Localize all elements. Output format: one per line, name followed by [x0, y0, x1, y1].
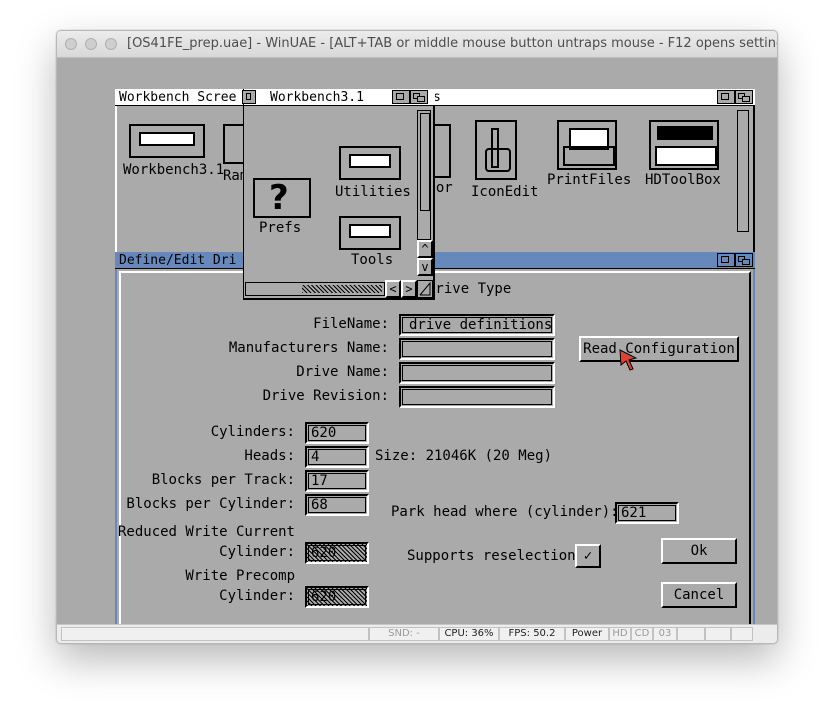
- cd-led: CD: [631, 627, 653, 641]
- manufacturer-label: Manufacturers Name:: [228, 340, 389, 356]
- workbench-screen-title: Workbench Scree: [119, 90, 237, 105]
- scroll-right-button[interactable]: >: [401, 280, 417, 298]
- fps-status: FPS: 50.2: [499, 627, 565, 641]
- define-window-titlebar[interactable]: Define/Edit Dri: [115, 252, 755, 269]
- icon-label: Workbench3.1: [123, 162, 225, 178]
- icon-label: Tools: [351, 252, 394, 268]
- field-value: 68: [311, 497, 328, 513]
- depth-back-icon[interactable]: [410, 90, 428, 104]
- icon-label: Utilities: [335, 184, 411, 200]
- depth-icon[interactable]: [717, 253, 735, 267]
- blocks-per-track-label: Blocks per Track:: [151, 472, 295, 488]
- field-value: 4: [311, 449, 320, 465]
- blocks-per-cylinder-label: Blocks per Cylinder:: [126, 496, 295, 512]
- cylinders-field[interactable]: 620: [305, 422, 369, 444]
- reduced-write-field: 620: [305, 542, 369, 564]
- scroll-down-button[interactable]: v: [417, 258, 433, 276]
- workbench-screen-titlebar[interactable]: Workbench Scree s: [115, 89, 755, 106]
- window-title: [OS41FE_prep.uae] - WinUAE - [ALT+TAB or…: [127, 36, 778, 51]
- close-window-button[interactable]: [65, 38, 77, 50]
- drive-led: 03: [653, 627, 677, 641]
- winuae-window: [OS41FE_prep.uae] - WinUAE - [ALT+TAB or…: [56, 30, 778, 644]
- drive-revision-field[interactable]: [399, 386, 555, 408]
- supports-reselection-label: Supports reselection: [407, 548, 576, 564]
- winuae-statusbar: SND: - CPU: 36% FPS: 50.2 Power HD CD 03: [57, 624, 777, 643]
- zoom-window-button[interactable]: [105, 38, 117, 50]
- check-icon: ✓: [583, 548, 593, 564]
- filename-field[interactable]: drive definitions: [399, 314, 555, 336]
- read-configuration-button[interactable]: Read Configuration: [579, 336, 739, 362]
- close-icon[interactable]: [242, 90, 256, 104]
- drive-type-subtitle: Drive Type: [427, 281, 512, 297]
- cancel-button[interactable]: Cancel: [661, 582, 737, 608]
- manufacturer-field[interactable]: [399, 338, 555, 360]
- power-led: Power: [565, 627, 609, 641]
- supports-reselection-checkbox[interactable]: ✓: [575, 544, 601, 568]
- cylinders-label: Cylinders:: [210, 424, 295, 440]
- reduced-write-cylinder-label: Cylinder:: [219, 544, 295, 560]
- icon-label: Prefs: [259, 220, 302, 236]
- drive-slot-2: [705, 627, 731, 641]
- drive-name-field[interactable]: [399, 362, 555, 384]
- drive-name-label: Drive Name:: [296, 364, 389, 380]
- write-precomp-cylinder-label: Cylinder:: [219, 588, 295, 604]
- scroll-left-button[interactable]: <: [385, 280, 401, 298]
- drawer-window-titlebar[interactable]: Workbench3.1: [242, 89, 435, 106]
- write-precomp-label: Write Precomp: [185, 568, 295, 584]
- depth-icon[interactable]: [717, 90, 735, 104]
- field-value: drive definitions: [409, 317, 553, 333]
- heads-field[interactable]: 4: [305, 446, 369, 468]
- depth-back-icon[interactable]: [735, 253, 753, 267]
- reduced-write-label: Reduced Write Current: [117, 524, 295, 540]
- filename-label: FileName:: [313, 316, 389, 332]
- drawer-window-title: Workbench3.1: [270, 90, 364, 105]
- park-head-label: Park head where (cylinder):: [391, 504, 619, 520]
- drive-slot-1: [677, 627, 705, 641]
- scroll-up-button[interactable]: ^: [417, 240, 433, 258]
- amiga-screen[interactable]: Workbench Scree s Workbench3.1 Ram ator: [57, 58, 777, 624]
- cpu-status: CPU: 36%: [439, 627, 499, 641]
- drawer-vertical-scrollbar[interactable]: [417, 110, 431, 240]
- icon-label: IconEdit: [471, 184, 539, 200]
- blocks-per-track-field[interactable]: 17: [305, 470, 369, 492]
- field-value: 621: [621, 505, 647, 521]
- workbench-scrollbar[interactable]: [737, 110, 749, 232]
- icon-label: PrintFiles: [547, 172, 632, 188]
- define-window-title: Define/Edit Dri: [119, 253, 237, 268]
- window-titlebar[interactable]: [OS41FE_prep.uae] - WinUAE - [ALT+TAB or…: [57, 31, 777, 58]
- depth-icon[interactable]: [392, 90, 410, 104]
- resize-icon[interactable]: [417, 280, 433, 298]
- depth-back-icon[interactable]: [735, 90, 753, 104]
- drawer-horizontal-scrollbar[interactable]: [245, 282, 385, 296]
- drive-revision-label: Drive Revision:: [262, 388, 389, 404]
- question-mark-icon: ?: [269, 178, 289, 218]
- snd-status: SND: -: [369, 627, 439, 641]
- drive-slot-3: [731, 627, 753, 641]
- field-value: 620: [311, 589, 337, 605]
- field-value: 620: [311, 425, 337, 441]
- field-value: 620: [311, 545, 337, 561]
- status-message: [61, 627, 369, 641]
- icon-label: HDToolBox: [645, 172, 721, 188]
- write-precomp-field: 620: [305, 586, 369, 608]
- park-head-field[interactable]: 621: [615, 502, 679, 524]
- mouse-pointer-icon: [619, 349, 638, 371]
- ok-button[interactable]: Ok: [661, 538, 737, 564]
- hd-led: HD: [609, 627, 631, 641]
- size-text: Size: 21046K (20 Meg): [375, 448, 553, 464]
- field-value: 17: [311, 473, 328, 489]
- heads-label: Heads:: [244, 448, 295, 464]
- minimize-window-button[interactable]: [85, 38, 97, 50]
- blocks-per-cylinder-field[interactable]: 68: [305, 494, 369, 516]
